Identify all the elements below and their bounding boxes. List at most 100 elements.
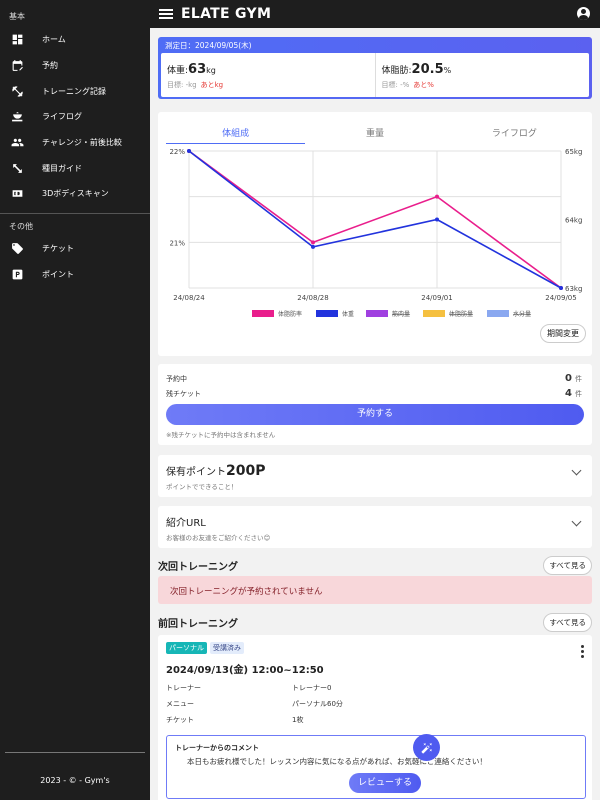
- chart-tabs: 体組成 重量 ライフログ: [166, 120, 584, 144]
- y-left-tick-label: 21%: [169, 239, 185, 247]
- sidebar-footer-divider: [5, 752, 145, 753]
- points-card[interactable]: 保有ポイント200P ポイントでできること！: [158, 455, 592, 497]
- weight-target: 目標: -kg: [167, 81, 197, 89]
- body-fat-unit: %: [443, 66, 452, 75]
- reservation-note: ※残チケットに予約中は含まれません: [166, 431, 276, 439]
- body-composition-chart: 22% 21% 65kg 64kg 63kg 24/08/24 24/08/28 24/09/…: [169, 148, 582, 318]
- reserved-count: 0: [565, 373, 572, 384]
- points-value: 200P: [226, 463, 266, 479]
- data-point: [435, 217, 439, 222]
- legend-swatch: [366, 310, 388, 317]
- app-header: ELATE GYM: [150, 0, 600, 28]
- main-content: 測定日：2024/09/05(木) 体重:63kg 目標: -kg あとkg 体脂…: [150, 28, 600, 800]
- tickets-unit: 件: [575, 390, 582, 398]
- account-icon[interactable]: [577, 7, 590, 20]
- sidebar-item-label: 3Dボディスキャン: [42, 189, 109, 199]
- sidebar-item-exercise-guide[interactable]: 種目ガイド: [0, 155, 150, 181]
- reserved-label: 予約中: [166, 375, 187, 383]
- data-point: [311, 240, 315, 245]
- comment-title: トレーナーからのコメント: [175, 744, 259, 752]
- review-button[interactable]: レビューする: [349, 773, 421, 793]
- next-training-see-all-button[interactable]: すべて見る: [543, 556, 592, 575]
- status-badge: 受講済み: [210, 642, 244, 654]
- data-point: [311, 244, 315, 249]
- menu-key: メニュー: [166, 700, 194, 708]
- body-fat-summary: 体脂肪:20.5% 目標: -% あと%: [374, 53, 590, 97]
- sidebar-item-label: ホーム: [42, 35, 66, 45]
- tickets-label: 残チケット: [166, 390, 201, 398]
- reservation-card: 予約中 0件 残チケット 4件 予約する ※残チケットに予約中は含まれません: [158, 364, 592, 445]
- x-tick-label: 24/08/24: [173, 294, 205, 302]
- sidebar-item-label: チャレンジ・前後比較: [42, 138, 122, 148]
- dashboard-icon: [10, 33, 24, 47]
- trainer-value: トレーナー0: [292, 684, 332, 692]
- tab-weight[interactable]: 重量: [305, 120, 444, 144]
- sidebar-item-home[interactable]: ホーム: [0, 27, 150, 53]
- last-training-card: パーソナル 受講済み 2024/09/13(金) 12:00~12:50 トレー…: [158, 635, 592, 800]
- legend-swatch: [316, 310, 338, 317]
- copyright: 2023 - © - Gym's: [40, 776, 110, 785]
- reserve-button[interactable]: 予約する: [166, 404, 584, 425]
- last-training-see-all-button[interactable]: すべて見る: [543, 613, 592, 632]
- magic-wand-icon: [421, 742, 432, 753]
- trainer-comment-box: トレーナーからのコメント 本日もお疲れ様でした！レッスン内容に気になる点があれば…: [166, 735, 586, 799]
- next-training-title: 次回トレーニング: [158, 562, 238, 573]
- sidebar-item-label: ライフログ: [42, 112, 82, 122]
- more-options-icon[interactable]: [581, 645, 584, 658]
- body-fat-remaining: あと%: [413, 81, 434, 89]
- data-point: [435, 194, 439, 199]
- y-right-tick-label: 64kg: [565, 217, 582, 225]
- menu-value: パーソナル60分: [292, 700, 343, 708]
- dining-icon: [10, 110, 24, 124]
- app-title: ELATE GYM: [181, 6, 272, 22]
- referral-card[interactable]: 紹介URL お客様のお友達をご紹介ください😊: [158, 506, 592, 548]
- measurement-date: 測定日：2024/09/05(木): [165, 41, 252, 50]
- tab-lifelog[interactable]: ライフログ: [445, 120, 584, 144]
- sidebar-item-training-log[interactable]: トレーニング記録: [0, 78, 150, 104]
- series-line: [188, 150, 562, 289]
- dumbbell-icon: [10, 84, 24, 98]
- chevron-down-icon[interactable]: [571, 465, 582, 476]
- ticket-key: チケット: [166, 716, 194, 724]
- menu-row: メニュー パーソナル60分: [166, 699, 343, 709]
- sidebar-item-lifelog[interactable]: ライフログ: [0, 104, 150, 130]
- menu-icon[interactable]: [159, 7, 173, 21]
- referral-title: 紹介URL: [166, 518, 206, 529]
- weight-unit: kg: [206, 66, 216, 75]
- y-right-tick-label: 63kg: [565, 285, 582, 293]
- change-period-button[interactable]: 期間変更: [540, 324, 586, 343]
- last-training-datetime: 2024/09/13(金) 12:00~12:50: [166, 665, 324, 676]
- points-title: 保有ポイント: [166, 467, 226, 478]
- sidebar-item-label: チケット: [42, 244, 74, 254]
- sidebar-item-3d-scan[interactable]: 3Dボディスキャン: [0, 181, 150, 207]
- tickets-count: 4: [565, 388, 572, 399]
- chart-card: 体組成 重量 ライフログ 22% 21% 65kg 64kg 63kg 24/08/24 2…: [158, 112, 592, 356]
- chevron-down-icon[interactable]: [571, 516, 582, 527]
- sidebar-item-challenge[interactable]: チャレンジ・前後比較: [0, 130, 150, 156]
- x-tick-label: 24/09/05: [545, 294, 576, 302]
- legend-swatch: [252, 310, 274, 317]
- magic-wand-fab[interactable]: [413, 734, 440, 761]
- sidebar: 基本 ホーム 予約 トレーニング記録 ライフログ チャレンジ・前後比較 種目ガイ…: [0, 0, 150, 800]
- data-point: [559, 286, 563, 290]
- ticket-row: チケット 1枚: [166, 715, 303, 725]
- sidebar-item-reservation[interactable]: 予約: [0, 53, 150, 79]
- sidebar-item-label: ポイント: [42, 269, 74, 279]
- 3d-icon: [10, 187, 24, 201]
- legend-label: 体脂肪量: [449, 310, 473, 318]
- parking-icon: [10, 267, 24, 281]
- body-fat-value: 20.5: [411, 62, 444, 77]
- tab-body-composition[interactable]: 体組成: [166, 120, 306, 144]
- x-tick-label: 24/09/01: [421, 294, 452, 302]
- legend-swatch: [487, 310, 509, 317]
- sidebar-item-ticket[interactable]: チケット: [0, 236, 150, 262]
- legend-label: 体脂肪率: [278, 310, 302, 318]
- sidebar-item-points[interactable]: ポイント: [0, 262, 150, 288]
- tag-icon: [10, 242, 24, 256]
- legend-label: 水分量: [513, 310, 531, 318]
- measurement-card: 測定日：2024/09/05(木) 体重:63kg 目標: -kg あとkg 体脂…: [158, 37, 592, 99]
- sidebar-item-label: トレーニング記録: [42, 86, 106, 96]
- referral-subtitle: お客様のお友達をご紹介ください😊: [166, 534, 271, 542]
- trainer-row: トレーナー トレーナー0: [166, 683, 331, 693]
- data-point: [187, 149, 191, 153]
